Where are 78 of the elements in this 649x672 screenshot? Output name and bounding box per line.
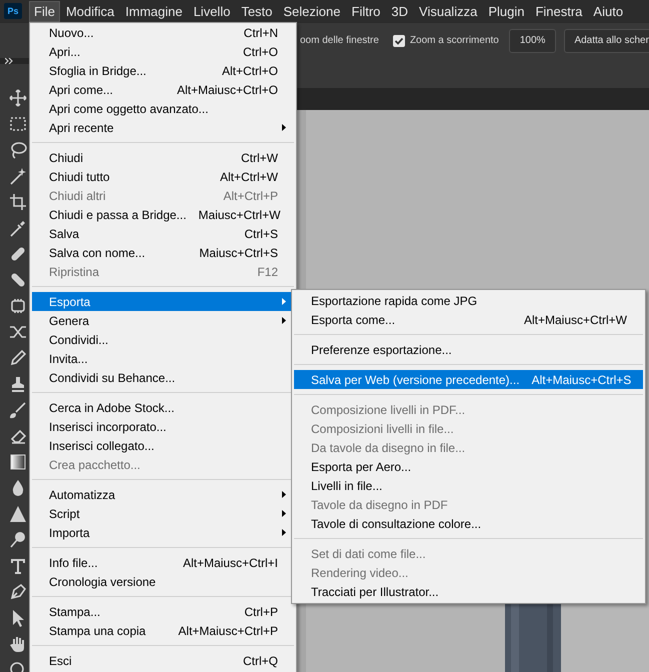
menu-item[interactable]: Cronologia versione bbox=[32, 572, 294, 591]
menu-item[interactable]: Salva per Web (versione precedente)... Alt+Maiusc+Ctrl+S bbox=[294, 370, 643, 389]
menu-item[interactable]: Chiudi Ctrl+W bbox=[32, 148, 294, 167]
menu-bar-item[interactable]: Plugin bbox=[483, 0, 530, 22]
menu-bar-item[interactable]: Visualizza bbox=[414, 0, 482, 22]
menu-item[interactable]: Sfoglia in Bridge... Alt+Ctrl+O bbox=[32, 61, 294, 80]
pen-icon[interactable] bbox=[9, 583, 27, 601]
menu-bar-item[interactable]: Testo bbox=[236, 0, 278, 22]
menu-item[interactable]: Esportazione rapida come JPG bbox=[294, 291, 643, 310]
triangle-icon[interactable] bbox=[9, 505, 27, 523]
submenu-arrow-icon bbox=[282, 298, 286, 305]
menu-item[interactable]: Apri recente bbox=[32, 118, 294, 137]
marquee-icon[interactable] bbox=[9, 115, 27, 133]
hand-icon[interactable] bbox=[9, 635, 27, 653]
menu-item[interactable]: Stampa... Ctrl+P bbox=[32, 602, 294, 621]
menu-item[interactable]: Apri come... Alt+Maiusc+Ctrl+O bbox=[32, 80, 294, 99]
menu-item[interactable]: Livelli in file... bbox=[294, 476, 643, 495]
checkbox-label: Zoom a scorrimento bbox=[410, 35, 499, 46]
menu-item[interactable]: Stampa una copia Alt+Maiusc+Ctrl+P bbox=[32, 621, 294, 640]
lasso-icon[interactable] bbox=[9, 141, 27, 159]
pencil-icon[interactable] bbox=[9, 349, 27, 367]
menu-item[interactable]: Cerca in Adobe Stock... bbox=[32, 398, 294, 417]
chip-icon[interactable] bbox=[9, 297, 27, 315]
menu-item[interactable]: Esporta bbox=[32, 292, 294, 311]
menu-item[interactable]: Nuovo... Ctrl+N bbox=[32, 23, 294, 42]
collapse-icon[interactable] bbox=[5, 58, 13, 64]
crop-icon[interactable] bbox=[9, 193, 27, 211]
menu-bar-item[interactable]: Aiuto bbox=[588, 0, 628, 22]
menu-item[interactable]: Esporta come... Alt+Maiusc+Ctrl+W bbox=[294, 310, 643, 329]
menu-item[interactable]: Inserisci incorporato... bbox=[32, 417, 294, 436]
menu-item[interactable]: Genera bbox=[32, 311, 294, 330]
menu-item[interactable]: Condividi... bbox=[32, 330, 294, 349]
menu-item[interactable]: Salva con nome... Maiusc+Ctrl+S bbox=[32, 243, 294, 262]
magic-wand-icon[interactable] bbox=[9, 167, 27, 185]
eraser-icon[interactable] bbox=[9, 427, 27, 445]
fit-screen-button[interactable]: Adatta allo scher bbox=[564, 28, 649, 52]
menu-item[interactable]: Importa bbox=[32, 523, 294, 542]
submenu-arrow-icon bbox=[282, 510, 286, 517]
stamp-icon[interactable] bbox=[9, 375, 27, 393]
app-logo[interactable]: Ps bbox=[4, 3, 22, 19]
zoom-100-button[interactable]: 100% bbox=[508, 28, 556, 52]
menu-bar-item[interactable]: Livello bbox=[188, 0, 236, 22]
menu-bar-item[interactable]: File bbox=[29, 0, 60, 22]
menu-item[interactable]: Salva Ctrl+S bbox=[32, 224, 294, 243]
menu-item[interactable]: Invita... bbox=[32, 349, 294, 368]
menu-item[interactable]: Tracciati per Illustrator... bbox=[294, 582, 643, 601]
menu-item[interactable]: Apri... Ctrl+O bbox=[32, 42, 294, 61]
submenu-arrow-icon bbox=[282, 529, 286, 536]
shuffle-icon[interactable] bbox=[9, 323, 27, 341]
menu-item[interactable]: Esci Ctrl+Q bbox=[32, 651, 294, 670]
brush-icon[interactable] bbox=[9, 401, 27, 419]
submenu-arrow-icon bbox=[282, 317, 286, 324]
menu-item[interactable]: Apri come oggetto avanzato... bbox=[32, 99, 294, 118]
menu-item[interactable]: Script bbox=[32, 504, 294, 523]
gradient-icon[interactable] bbox=[9, 453, 27, 471]
menu-bar-item[interactable]: Filtro bbox=[346, 0, 386, 22]
menu-item[interactable]: Inserisci collegato... bbox=[32, 436, 294, 455]
move-icon[interactable] bbox=[9, 89, 27, 107]
menu-bar-item[interactable]: 3D bbox=[386, 0, 414, 22]
type-icon[interactable] bbox=[9, 557, 27, 575]
menu-item[interactable]: Esporta per Aero... bbox=[294, 457, 643, 476]
submenu-arrow-icon bbox=[282, 124, 286, 131]
submenu-arrow-icon bbox=[282, 491, 286, 498]
option-label: oom delle finestre bbox=[300, 35, 379, 46]
menu-item[interactable]: Info file... Alt+Maiusc+Ctrl+I bbox=[32, 553, 294, 572]
menu-bar-item[interactable]: Immagine bbox=[120, 0, 188, 22]
menu-item[interactable]: Condividi su Behance... bbox=[32, 368, 294, 387]
checkbox[interactable] bbox=[392, 34, 405, 46]
menu-item[interactable]: Chiudi e passa a Bridge... Maiusc+Ctrl+W bbox=[32, 205, 294, 224]
eyedropper-icon[interactable] bbox=[9, 219, 27, 237]
menu-bar-item[interactable]: Modifica bbox=[60, 0, 120, 22]
menu-item[interactable]: Chiudi tutto Alt+Ctrl+W bbox=[32, 167, 294, 186]
menu-bar-item[interactable]: Selezione bbox=[278, 0, 346, 22]
menu-item[interactable]: Tavole di consultazione colore... bbox=[294, 514, 643, 533]
menu-item[interactable]: Preferenze esportazione... bbox=[294, 340, 643, 359]
menu-bar-item[interactable]: Finestra bbox=[530, 0, 588, 22]
magnifier-icon[interactable] bbox=[9, 531, 27, 549]
menu-item[interactable]: Automatizza bbox=[32, 485, 294, 504]
